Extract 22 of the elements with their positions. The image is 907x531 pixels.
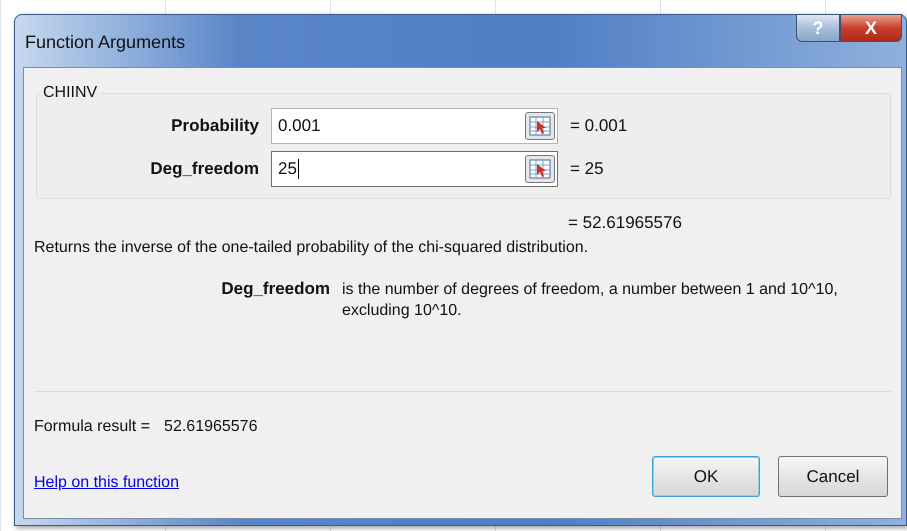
function-result: = 52.61965576: [568, 213, 683, 233]
formula-result-label: Formula result =: [34, 418, 150, 436]
range-select-icon: [529, 158, 551, 178]
collapse-button[interactable]: [525, 112, 555, 140]
argument-field[interactable]: 0.001: [271, 108, 558, 144]
function-description: Returns the inverse of the one-tailed probability of the chi-squared distribution.: [34, 239, 590, 257]
argument-field[interactable]: 25: [271, 150, 558, 186]
argument-result: = 25: [570, 158, 605, 178]
close-button[interactable]: X: [840, 14, 902, 42]
argument-label: Deg_freedom: [149, 158, 259, 178]
argument-description: is the number of degrees of freedom, a number between 1 and 10^10, excluding 10^10.: [342, 280, 839, 321]
argument-label: Probability: [170, 116, 259, 136]
ok-button[interactable]: OK: [652, 456, 760, 497]
formula-result-value: 52.61965576: [164, 418, 258, 436]
window-title: Function Arguments: [25, 32, 186, 53]
group-title: CHIINV: [42, 84, 98, 102]
argument-result: = 0.001: [570, 116, 628, 136]
range-select-icon: [529, 116, 551, 136]
cancel-button[interactable]: Cancel: [778, 456, 888, 497]
argument-name: Deg_freedom: [220, 279, 330, 300]
help-link[interactable]: Help on this function: [34, 474, 179, 492]
collapse-button[interactable]: [525, 154, 555, 182]
